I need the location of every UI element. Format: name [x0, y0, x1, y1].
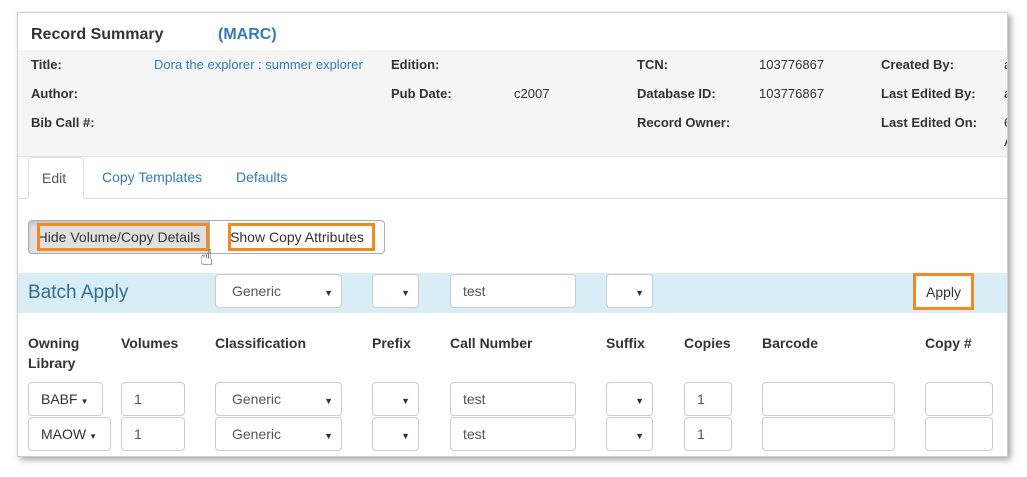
title-label: Title:	[31, 57, 62, 72]
owning-library-dropdown[interactable]: MAOW ▼	[28, 417, 111, 451]
col-owning-library-line2: Library	[28, 355, 76, 371]
col-owning-library: Owning	[28, 335, 80, 351]
highlight-show-attributes	[228, 223, 375, 251]
tab-edit[interactable]: Edit	[28, 157, 84, 199]
prefix-select[interactable]: ▼	[372, 382, 419, 416]
database-id-label: Database ID:	[637, 86, 716, 101]
caret-down-icon: ▼	[89, 432, 98, 441]
created-by-value: a	[1004, 57, 1007, 72]
col-volumes: Volumes	[121, 335, 179, 351]
batch-apply-title: Batch Apply	[28, 282, 129, 303]
copies-input[interactable]: 1	[684, 382, 732, 416]
barcode-input[interactable]	[762, 417, 895, 451]
suffix-select[interactable]: ▼	[606, 417, 653, 451]
highlight-hide-details	[37, 223, 209, 251]
col-copies: Copies	[684, 335, 731, 351]
classification-select[interactable]: Generic ▼	[215, 417, 342, 451]
holdings-editor-window: Record Summary (MARC) Title: Dora the ex…	[17, 12, 1008, 457]
classification-select[interactable]: Generic ▼	[215, 382, 342, 416]
last-edited-on-value-cont: A	[1004, 134, 1007, 149]
marc-link[interactable]: (MARC)	[218, 26, 277, 44]
call-number-input[interactable]: test	[450, 417, 576, 451]
edition-label: Edition:	[391, 57, 440, 72]
tab-copy-templates[interactable]: Copy Templates	[89, 157, 215, 199]
record-owner-label: Record Owner:	[637, 115, 731, 130]
volumes-input[interactable]: 1	[121, 417, 185, 451]
last-edited-by-label: Last Edited By:	[881, 86, 976, 101]
caret-down-icon: ▼	[324, 288, 333, 298]
bib-call-label: Bib Call #:	[31, 115, 95, 130]
caret-down-icon: ▼	[324, 396, 333, 406]
caret-down-icon: ▼	[635, 431, 644, 441]
caret-down-icon: ▼	[635, 396, 644, 406]
batch-call-number-input[interactable]: test	[450, 274, 576, 308]
call-number-input[interactable]: test	[450, 382, 576, 416]
owning-library-dropdown[interactable]: BABF ▼	[28, 382, 103, 416]
batch-prefix-select[interactable]: ▼	[372, 274, 419, 308]
copies-input[interactable]: 1	[684, 417, 732, 451]
volumes-input[interactable]: 1	[121, 382, 185, 416]
caret-down-icon: ▼	[401, 288, 410, 298]
caret-down-icon: ▼	[324, 431, 333, 441]
apply-button[interactable]: Apply	[913, 273, 974, 310]
caret-down-icon: ▼	[401, 396, 410, 406]
col-classification: Classification	[215, 335, 307, 351]
col-prefix: Prefix	[372, 335, 411, 351]
last-edited-on-label: Last Edited On:	[881, 115, 978, 130]
copy-number-input[interactable]	[925, 417, 993, 451]
tcn-label: TCN:	[637, 57, 669, 72]
record-summary-title: Record Summary	[31, 26, 164, 43]
copy-number-input[interactable]	[925, 382, 993, 416]
last-edited-by-value: a	[1004, 86, 1007, 101]
batch-classification-select[interactable]: Generic ▼	[215, 274, 342, 308]
caret-down-icon: ▼	[80, 397, 89, 406]
batch-suffix-select[interactable]: ▼	[606, 274, 653, 308]
suffix-select[interactable]: ▼	[606, 382, 653, 416]
barcode-input[interactable]	[762, 382, 895, 416]
hand-cursor-icon: ☝	[200, 245, 214, 270]
author-label: Author:	[31, 86, 78, 101]
caret-down-icon: ▼	[635, 288, 644, 298]
col-suffix: Suffix	[606, 335, 645, 351]
col-copy-number: Copy #	[925, 335, 972, 351]
caret-down-icon: ▼	[401, 431, 410, 441]
pub-date-value: c2007	[514, 86, 550, 101]
last-edited-on-value: 6	[1004, 115, 1007, 130]
database-id-value: 103776867	[759, 86, 825, 101]
created-by-label: Created By:	[881, 57, 954, 72]
prefix-select[interactable]: ▼	[372, 417, 419, 451]
tab-defaults[interactable]: Defaults	[223, 157, 300, 199]
col-call-number: Call Number	[450, 335, 533, 351]
title-link[interactable]: Dora the explorer : summer explorer	[154, 57, 363, 72]
col-barcode: Barcode	[762, 335, 819, 351]
tcn-value: 103776867	[759, 57, 825, 72]
pub-date-label: Pub Date:	[391, 86, 452, 101]
